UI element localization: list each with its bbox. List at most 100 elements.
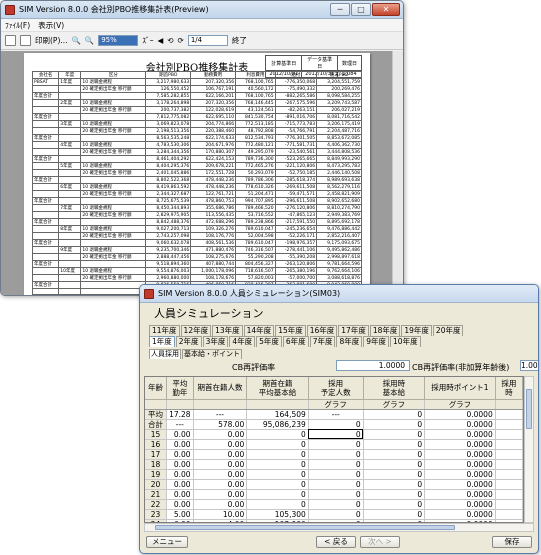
grid-vscroll[interactable] bbox=[524, 376, 534, 523]
sim-titlebar[interactable]: SIM Version 8.0.0 人員シミュレーション(SIM03) bbox=[140, 285, 538, 303]
menu-file[interactable]: ﾌｧｲﾙ(F) bbox=[5, 20, 30, 31]
grid-cell[interactable] bbox=[495, 499, 523, 510]
menu-view[interactable]: 表示(V) bbox=[38, 20, 64, 31]
page-field[interactable]: 1/4 bbox=[187, 35, 228, 46]
tab-year[interactable]: 20年度 bbox=[432, 325, 464, 336]
tab-year[interactable]: 9年度 bbox=[363, 336, 390, 347]
tab-year[interactable]: 5年度 bbox=[256, 336, 282, 347]
cb-rate2-field[interactable]: 1.0000 bbox=[520, 360, 538, 371]
next-button[interactable]: 次へ > bbox=[360, 536, 400, 548]
tab-year[interactable]: 14年度 bbox=[243, 325, 275, 336]
grid-cell[interactable]: 0 bbox=[308, 509, 364, 520]
tab-year[interactable]: 2年度 bbox=[175, 336, 202, 347]
tab-year[interactable]: 6年度 bbox=[282, 336, 309, 347]
first-page-icon[interactable]: ◀ bbox=[157, 36, 163, 45]
tab-year[interactable]: 19年度 bbox=[401, 325, 432, 336]
grid-cell[interactable]: 0 bbox=[308, 449, 364, 460]
report-cell: 994,707,895 bbox=[235, 197, 276, 205]
tab-year[interactable]: 12年度 bbox=[180, 325, 212, 336]
printer-icon[interactable] bbox=[20, 35, 31, 46]
report-column-header: 区分 bbox=[80, 71, 147, 79]
grid-cell[interactable]: 0.0000 bbox=[424, 479, 496, 490]
grid-cell[interactable]: 0 bbox=[308, 499, 364, 510]
back-button[interactable]: < 戻る bbox=[316, 536, 356, 548]
graph-button[interactable]: グラフ bbox=[363, 399, 426, 410]
grid-cell[interactable]: 0 bbox=[363, 479, 426, 490]
report-cell: 126,550,452 bbox=[145, 85, 192, 93]
grid-cell[interactable]: 0.0000 bbox=[424, 509, 496, 520]
grid-cell[interactable]: 0.0000 bbox=[424, 429, 496, 440]
grid-cell[interactable]: 0 bbox=[308, 429, 364, 440]
grid-cell[interactable] bbox=[495, 449, 523, 460]
tab-year[interactable]: 10年度 bbox=[390, 336, 421, 347]
tab-year[interactable]: 16年度 bbox=[306, 325, 338, 336]
grid-cell[interactable]: 0 bbox=[308, 469, 364, 480]
next-page-icon[interactable]: ⟳ bbox=[178, 36, 184, 45]
graph-button[interactable]: グラフ bbox=[308, 399, 364, 410]
graph-button[interactable]: グラフ bbox=[424, 399, 496, 410]
grid-cell[interactable] bbox=[495, 459, 523, 470]
tab-year[interactable]: 1年度 bbox=[149, 336, 175, 347]
tab-year[interactable]: 8年度 bbox=[336, 336, 363, 347]
prev-page-icon[interactable]: ⟲ bbox=[167, 36, 173, 45]
tab-year[interactable]: 7年度 bbox=[309, 336, 336, 347]
tab-year[interactable]: 15年度 bbox=[275, 325, 306, 336]
grid-cell[interactable]: 0 bbox=[363, 439, 426, 450]
grid-cell[interactable]: 0 bbox=[363, 509, 426, 520]
grid-hscroll-thumb[interactable] bbox=[155, 525, 455, 530]
grid-cell[interactable]: 0.0000 bbox=[424, 489, 496, 500]
grid-hscroll[interactable] bbox=[144, 523, 534, 532]
zoom-select[interactable]: 95% bbox=[98, 35, 139, 46]
grid-cell[interactable]: 0.0000 bbox=[424, 469, 496, 480]
grid-cell[interactable]: 0.0000 bbox=[424, 459, 496, 470]
tab-base-salary-points[interactable]: 基本給・ポイント bbox=[182, 349, 242, 359]
grid-cell[interactable]: 0 bbox=[363, 499, 426, 510]
grid-cell[interactable] bbox=[495, 479, 523, 490]
grid-cell[interactable]: 0 bbox=[308, 459, 364, 470]
save-icon[interactable] bbox=[5, 35, 16, 46]
page-setup-button[interactable]: ｽﾞｰ bbox=[142, 35, 153, 46]
grid-cell[interactable]: 0 bbox=[308, 479, 364, 490]
grid-cell[interactable] bbox=[495, 429, 523, 440]
grid-column-header: 平均 勤年 bbox=[166, 377, 194, 400]
grid-cell[interactable]: 0 bbox=[363, 429, 426, 440]
grid-cell[interactable]: 0.0000 bbox=[424, 499, 496, 510]
tab-year[interactable]: 11年度 bbox=[149, 325, 180, 336]
save-button[interactable]: 保存 bbox=[492, 536, 532, 548]
tab-hiring[interactable]: 人員採用 bbox=[149, 349, 181, 359]
grid-cell[interactable]: 0 bbox=[363, 449, 426, 460]
zoom-out-icon[interactable]: 🔍 bbox=[72, 36, 81, 45]
grid-cell[interactable]: 0.0000 bbox=[424, 439, 496, 450]
tab-year[interactable]: 18年度 bbox=[369, 325, 401, 336]
report-cell: 768,146,445 bbox=[235, 99, 276, 107]
preview-titlebar[interactable]: SIM Version 8.0.0 会社別PBO推移集計表(Preview) ─… bbox=[1, 1, 403, 19]
minimize-icon[interactable]: ─ bbox=[330, 3, 350, 16]
grid-cell[interactable]: 0 bbox=[363, 459, 426, 470]
grid-cell[interactable]: 0 bbox=[363, 469, 426, 480]
preview-vscroll[interactable] bbox=[392, 51, 403, 295]
tab-year[interactable]: 3年度 bbox=[202, 336, 229, 347]
grid-cell[interactable]: 0 bbox=[363, 489, 426, 500]
print-button[interactable]: 印刷(P)... bbox=[35, 35, 68, 46]
summary-label: 合計 bbox=[145, 419, 168, 430]
menu-button[interactable]: メニュー bbox=[146, 536, 188, 548]
grid-cell[interactable] bbox=[495, 489, 523, 500]
report-cell: 2,743,257,098 bbox=[145, 232, 192, 240]
grid-cell[interactable]: 0 bbox=[308, 489, 364, 500]
zoom-in-icon[interactable]: 🔍 bbox=[85, 36, 94, 45]
tab-year[interactable]: 17年度 bbox=[338, 325, 369, 336]
grid-cell[interactable]: 0.0000 bbox=[424, 449, 496, 460]
report-row: 20 確定拠出年金 移行額 2,198,513,356 220,388,460 48,… bbox=[31, 127, 362, 135]
tab-year[interactable]: 4年度 bbox=[229, 336, 256, 347]
cb-rate-field[interactable]: 1.0000 bbox=[336, 360, 410, 371]
grid-cell[interactable] bbox=[495, 509, 523, 520]
grid-vscroll-thumb[interactable] bbox=[526, 389, 532, 429]
maximize-icon[interactable]: □ bbox=[351, 3, 371, 16]
exit-button[interactable]: 終了 bbox=[232, 35, 247, 46]
tab-year[interactable]: 13年度 bbox=[212, 325, 243, 336]
close-icon[interactable]: ✕ bbox=[372, 3, 400, 16]
grid-cell: 0.00 bbox=[193, 499, 248, 510]
grid-cell[interactable] bbox=[495, 469, 523, 480]
grid-cell[interactable]: 0 bbox=[308, 439, 364, 450]
grid-cell[interactable] bbox=[495, 439, 523, 450]
